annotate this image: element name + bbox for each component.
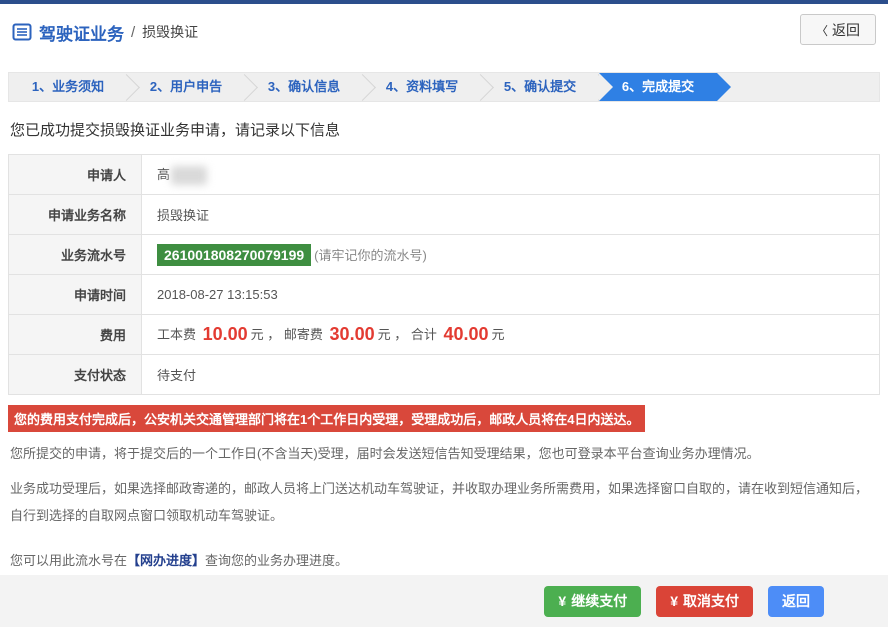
step-4-fill-data: 4、资料填写: [363, 73, 481, 101]
success-message: 您已成功提交损毁换证业务申请，请记录以下信息: [10, 122, 341, 139]
continue-payment-button[interactable]: ¥ 继续支付: [544, 585, 642, 617]
row-value: 2018-08-27 13:15:53: [141, 274, 880, 315]
row-value: 待支付: [141, 354, 880, 395]
progress-note-prefix: 您可以用此流水号在: [10, 553, 128, 568]
fee-item-suffix: 元 ，: [377, 327, 408, 342]
cancel-payment-label: 取消支付: [683, 593, 739, 609]
row-value: 损毁换证: [141, 194, 880, 235]
table-row-business-name: 申请业务名称 损毁换证: [8, 194, 880, 235]
fee-item-amount: 30.00: [329, 324, 375, 344]
step-progress-bar: 1、业务须知 2、用户申告 3、确认信息 4、资料填写 5、确认提交 6、完成提…: [8, 72, 880, 102]
row-label: 申请业务名称: [8, 194, 142, 235]
table-row-apply-time: 申请时间 2018-08-27 13:15:53: [8, 274, 880, 315]
breadcrumb-separator: /: [131, 23, 136, 41]
back-button[interactable]: 〈返回: [799, 14, 876, 45]
applicant-name: 高: [157, 166, 171, 182]
row-label: 支付状态: [8, 354, 142, 395]
payment-alert-banner: 您的费用支付完成后，公安机关交通管理部门将在1个工作日内受理，受理成功后，邮政人…: [8, 405, 646, 432]
progress-note-suffix: 查询您的业务办理进度。: [205, 553, 349, 568]
back-button-label: 返回: [832, 21, 860, 38]
progress-note: 您可以用此流水号在【网办进度】查询您的业务办理进度。: [10, 547, 878, 574]
row-label: 申请人: [8, 154, 142, 195]
serial-number-note: (请牢记你的流水号): [314, 248, 427, 263]
footer-action-bar: ¥ 继续支付 ¥ 取消支付 返回: [0, 575, 888, 627]
return-button-label: 返回: [782, 593, 810, 609]
yen-icon: ¥: [558, 593, 567, 609]
table-row-applicant: 申请人 高: [8, 154, 880, 195]
serial-number-badge: 261001808270079199: [157, 244, 312, 266]
fee-item-amount: 10.00: [202, 324, 248, 344]
breadcrumb-category[interactable]: 驾驶证业务: [39, 20, 124, 45]
row-label: 申请时间: [8, 274, 142, 315]
breadcrumb: 驾驶证业务 / 损毁换证: [12, 20, 198, 45]
row-value: 261001808270079199 (请牢记你的流水号): [141, 234, 880, 275]
row-label: 费用: [8, 314, 142, 355]
fee-item-suffix: 元 ，: [250, 327, 281, 342]
fee-item-name: 工本费: [157, 327, 200, 342]
application-info-table: 申请人 高 申请业务名称 损毁换证 业务流水号 2610018082700791…: [8, 154, 880, 395]
page-header: 驾驶证业务 / 损毁换证 〈返回: [0, 4, 888, 60]
row-value: 工本费 10.00 元 ， 邮寄费 30.00 元 ， 合计 40.00 元: [141, 314, 880, 355]
document-list-icon: [12, 22, 32, 42]
breadcrumb-current: 损毁换证: [142, 24, 199, 40]
fee-item-amount: 40.00: [443, 324, 489, 344]
table-row-fee: 费用 工本费 10.00 元 ， 邮寄费 30.00 元 ， 合计 40.00 元: [8, 314, 880, 355]
progress-link: 【网办进度】: [127, 553, 206, 568]
continue-payment-label: 继续支付: [571, 593, 628, 609]
notice-paragraph-1: 您所提交的申请，将于提交后的一个工作日(不含当天)受理，届时会发送短信告知受理结…: [10, 446, 760, 461]
chevron-left-icon: 〈: [815, 23, 828, 38]
redacted-blur: [171, 166, 208, 186]
fee-item-name: 邮寄费: [283, 327, 327, 342]
row-label: 业务流水号: [8, 234, 142, 275]
row-value: 高: [141, 154, 880, 195]
table-row-serial-number: 业务流水号 261001808270079199 (请牢记你的流水号): [8, 234, 880, 275]
yen-icon: ¥: [670, 593, 678, 609]
return-button[interactable]: 返回: [768, 585, 824, 617]
step-5-confirm-submit: 5、确认提交: [481, 73, 599, 101]
fee-item-name: 合计: [410, 327, 441, 342]
table-row-payment-status: 支付状态 待支付: [8, 354, 880, 395]
notice-paragraph-2: 业务成功受理后，如果选择邮政寄递的，邮政人员将上门送达机动车驾驶证，并收取办理业…: [10, 481, 869, 523]
cancel-payment-button[interactable]: ¥ 取消支付: [656, 585, 753, 617]
step-2-user-declaration: 2、用户申告: [127, 73, 245, 101]
step-1-business-notice: 1、业务须知: [9, 73, 127, 101]
step-3-confirm-info: 3、确认信息: [245, 73, 363, 101]
fee-item-suffix: 元: [491, 327, 505, 342]
step-6-complete-submit: 6、完成提交: [599, 73, 731, 101]
